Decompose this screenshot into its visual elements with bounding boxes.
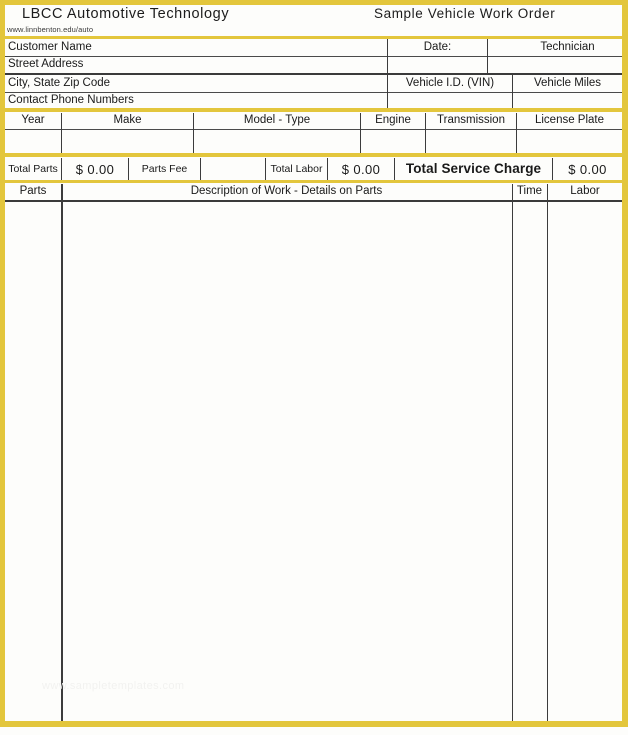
vehicle-header-make: Make bbox=[62, 113, 193, 129]
total-service-charge-value[interactable]: $ 0.00 bbox=[553, 158, 622, 180]
total-labor-label: Total Labor bbox=[266, 158, 327, 180]
vin-label: Vehicle I.D. (VIN) bbox=[388, 75, 512, 92]
technician-value[interactable] bbox=[513, 57, 622, 73]
totals-divider-2 bbox=[128, 158, 129, 180]
street-address-label: Street Address bbox=[5, 57, 387, 73]
vehicle-header-model-type: Model - Type bbox=[194, 113, 360, 129]
vehicle-value-engine[interactable] bbox=[361, 130, 425, 153]
work-table-description-column[interactable] bbox=[63, 202, 511, 721]
contact-phone-label: Contact Phone Numbers bbox=[5, 93, 387, 108]
totals-divider-4 bbox=[265, 158, 266, 180]
vehicle-divider-1 bbox=[61, 113, 62, 153]
parts-fee-value[interactable] bbox=[201, 158, 265, 180]
vehicle-value-make[interactable] bbox=[62, 130, 193, 153]
total-parts-label: Total Parts bbox=[5, 158, 61, 180]
totals-row-separator bbox=[5, 180, 622, 183]
totals-divider-5 bbox=[327, 158, 328, 180]
vehicle-miles-value[interactable] bbox=[513, 93, 622, 108]
customer-divider-vin bbox=[512, 75, 513, 108]
vehicle-divider-2 bbox=[193, 113, 194, 153]
vehicle-miles-label: Vehicle Miles bbox=[513, 75, 622, 92]
work-table-divider-parts bbox=[61, 184, 63, 721]
watermark-text: www.sampletemplates.com bbox=[42, 680, 185, 692]
work-table-divider-labor bbox=[547, 184, 548, 721]
vehicle-value-license-plate[interactable] bbox=[517, 130, 622, 153]
date-label: Date: bbox=[388, 39, 487, 56]
parts-fee-label: Parts Fee bbox=[129, 158, 200, 180]
page-title: Sample Vehicle Work Order bbox=[374, 6, 556, 21]
vehicle-value-model-type[interactable] bbox=[194, 130, 360, 153]
totals-divider-7 bbox=[552, 158, 553, 180]
page-border-bottom bbox=[0, 721, 628, 727]
total-parts-value[interactable]: $ 0.00 bbox=[62, 158, 128, 180]
work-order-page: LBCC Automotive Technology Sample Vehicl… bbox=[0, 0, 628, 735]
vehicle-block-separator bbox=[5, 153, 622, 157]
customer-block-separator bbox=[5, 108, 622, 112]
work-table-header-labor: Labor bbox=[548, 184, 622, 200]
page-border-right bbox=[622, 0, 628, 727]
technician-label: Technician bbox=[513, 39, 622, 56]
vin-value[interactable] bbox=[388, 93, 512, 108]
total-service-charge-label: Total Service Charge bbox=[395, 158, 552, 180]
work-table-labor-column[interactable] bbox=[548, 202, 622, 721]
vehicle-value-year[interactable] bbox=[5, 130, 61, 153]
vehicle-value-transmission[interactable] bbox=[426, 130, 516, 153]
work-table-header-parts: Parts bbox=[5, 184, 61, 200]
vehicle-header-transmission: Transmission bbox=[426, 113, 516, 129]
vehicle-divider-5 bbox=[516, 113, 517, 153]
masthead: LBCC Automotive Technology Sample Vehicl… bbox=[5, 5, 622, 36]
totals-divider-3 bbox=[200, 158, 201, 180]
vehicle-divider-4 bbox=[425, 113, 426, 153]
work-table-divider-time bbox=[512, 184, 513, 721]
date-value[interactable] bbox=[388, 57, 487, 73]
vehicle-divider-3b bbox=[360, 130, 361, 153]
work-table-time-column[interactable] bbox=[513, 202, 546, 721]
work-table-header-description: Description of Work - Details on Parts bbox=[62, 184, 511, 200]
totals-divider-6 bbox=[394, 158, 395, 180]
vehicle-header-license-plate: License Plate bbox=[517, 113, 622, 129]
organization-url: www.linnbenton.edu/auto bbox=[7, 25, 94, 34]
total-labor-value[interactable]: $ 0.00 bbox=[328, 158, 394, 180]
vehicle-header-year: Year bbox=[5, 113, 61, 129]
work-table-parts-column[interactable] bbox=[5, 202, 61, 721]
customer-divider-1 bbox=[387, 39, 388, 108]
customer-name-label: Customer Name bbox=[5, 39, 387, 56]
totals-divider-1 bbox=[61, 158, 62, 180]
vehicle-header-engine: Engine bbox=[361, 113, 425, 129]
work-table-header-time: Time bbox=[513, 184, 546, 200]
customer-divider-date bbox=[487, 39, 488, 73]
organization-title: LBCC Automotive Technology bbox=[22, 6, 230, 22]
vehicle-divider-3 bbox=[360, 113, 361, 130]
city-state-zip-label: City, State Zip Code bbox=[5, 75, 387, 92]
